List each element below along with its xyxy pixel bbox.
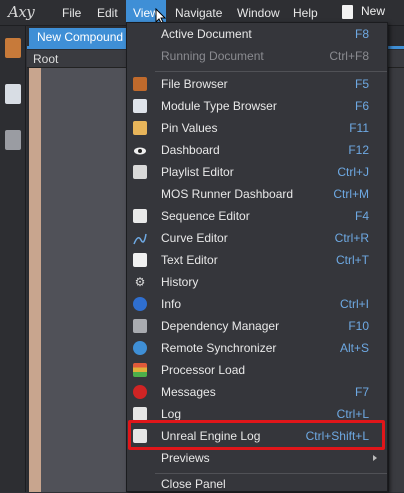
new-document-icon[interactable]: [342, 5, 353, 19]
menu-item-running-document: Running Document Ctrl+F8: [161, 49, 369, 63]
sync-icon: [133, 341, 147, 355]
menu-item-dependency-manager[interactable]: Dependency Manager F10: [127, 315, 387, 337]
menu-item-history[interactable]: ⚙ History: [127, 271, 387, 293]
menu-item-text-editor[interactable]: Text Editor Ctrl+T: [127, 249, 387, 271]
timeline-strip: [29, 68, 41, 492]
processor-load-icon: [133, 363, 147, 377]
menu-edit[interactable]: Edit: [90, 0, 125, 26]
curve-icon: [133, 231, 147, 245]
menu-item-file-browser[interactable]: File Browser F5: [127, 73, 387, 95]
menu-item-pin-values[interactable]: Pin Values F11: [127, 117, 387, 139]
menu-item-dashboard[interactable]: Dashboard F12: [127, 139, 387, 161]
new-button[interactable]: New: [361, 4, 385, 18]
menu-item-close-panel[interactable]: Close Panel: [127, 475, 387, 493]
canvas-area: [41, 68, 127, 492]
menu-item-active-document[interactable]: Active Document F8: [127, 23, 387, 45]
info-icon: [133, 297, 147, 311]
menu-item-previews[interactable]: Previews: [127, 447, 387, 469]
text-editor-icon: [133, 253, 147, 267]
tab-new-compound[interactable]: New Compound: [29, 28, 127, 46]
dependency-icon: [133, 319, 147, 333]
gear-icon: ⚙: [133, 275, 147, 289]
menu-file[interactable]: File: [55, 0, 88, 26]
pin-values-icon: [133, 121, 147, 135]
left-toolbar: [0, 26, 26, 492]
menu-item-remote-synchronizer[interactable]: Remote Synchronizer Alt+S: [127, 337, 387, 359]
right-panel-edge: [389, 68, 404, 492]
log-icon: [133, 407, 147, 421]
file-browser-icon: [133, 77, 147, 91]
clapper-icon: [133, 209, 147, 223]
dependency-icon[interactable]: [5, 130, 21, 150]
module-type-icon: [133, 99, 147, 113]
menu-item-mos-runner-dashboard[interactable]: MOS Runner Dashboard Ctrl+M: [127, 183, 387, 205]
menu-separator: [155, 71, 387, 72]
playlist-icon: [133, 165, 147, 179]
highlight-box: [128, 420, 385, 450]
app-logo: Axy: [8, 3, 35, 21]
menu-separator: [155, 473, 387, 474]
menu-item-curve-editor[interactable]: Curve Editor Ctrl+R: [127, 227, 387, 249]
warning-icon: [133, 385, 147, 399]
submenu-arrow-icon: [373, 455, 377, 461]
menu-item-module-type-browser[interactable]: Module Type Browser F6: [127, 95, 387, 117]
menu-item-sequence-editor[interactable]: Sequence Editor F4: [127, 205, 387, 227]
menu-item-playlist-editor[interactable]: Playlist Editor Ctrl+J: [127, 161, 387, 183]
menu-item-processor-load[interactable]: Processor Load: [127, 359, 387, 381]
menu-item-info[interactable]: Info Ctrl+I: [127, 293, 387, 315]
module-type-icon[interactable]: [5, 84, 21, 104]
eye-icon: [133, 143, 147, 157]
menu-item-messages[interactable]: Messages F7: [127, 381, 387, 403]
compound-icon[interactable]: [5, 38, 21, 58]
